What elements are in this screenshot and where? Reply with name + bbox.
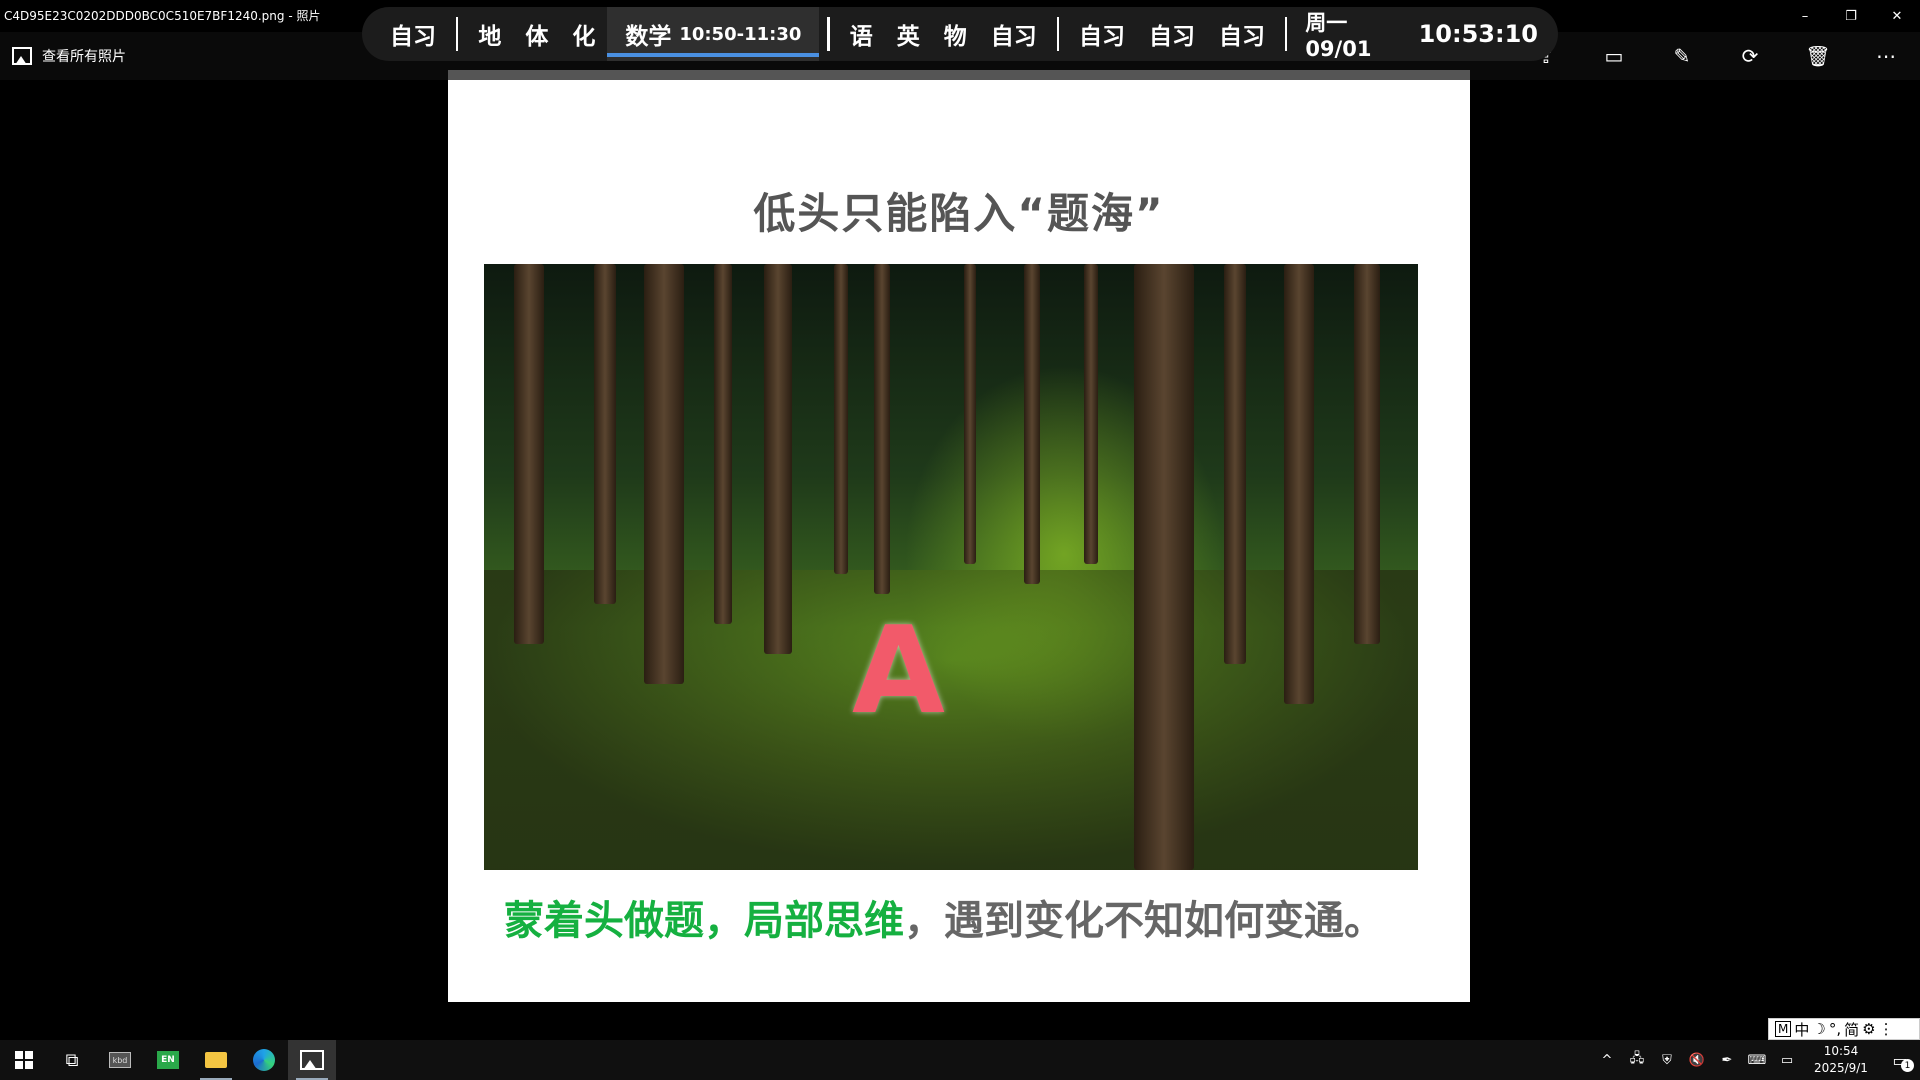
slide-caption: 蒙着头做题，局部思维，遇到变化不知如何变通。 <box>504 888 1384 946</box>
more-icon[interactable]: ⋯ <box>1852 32 1920 80</box>
schedule-item: 自习 <box>1079 24 1125 50</box>
tree-trunk <box>1024 264 1040 584</box>
schedule-date: 周一 09/01 <box>1305 11 1372 61</box>
slideshow-icon[interactable]: ▭ <box>1580 32 1648 80</box>
ime-more-icon[interactable]: ⋮ <box>1879 1020 1894 1038</box>
tree-trunk <box>764 264 792 654</box>
window-controls: – ❐ ✕ <box>1782 0 1920 32</box>
tree-trunk <box>1084 264 1098 564</box>
caption-highlight: 蒙着头做题，局部思维 <box>504 898 904 944</box>
forest-floor <box>484 570 1418 870</box>
start-icon <box>15 1051 33 1069</box>
pen-icon[interactable]: ✒ <box>1712 1040 1742 1080</box>
keyboard-app-icon: kbd <box>109 1052 131 1068</box>
tree-trunk <box>874 264 890 594</box>
security-shield-icon[interactable]: ⛨ <box>1652 1040 1682 1080</box>
tablet-mode-icon[interactable]: ▭ <box>1772 1040 1802 1080</box>
slide-title: 低头只能陷入“题海” <box>753 189 1165 238</box>
edit-icon[interactable]: ✎ <box>1648 32 1716 80</box>
current-subject: 数学 <box>625 24 672 50</box>
schedule-item: 自习 <box>990 24 1037 50</box>
photos-icon <box>300 1050 324 1070</box>
caption-rest: ，遇到变化不知如何变通。 <box>904 898 1384 944</box>
ime-settings-icon[interactable]: ⚙ <box>1862 1020 1875 1038</box>
schedule-item: 语 <box>849 24 873 50</box>
start-button[interactable] <box>0 1040 48 1080</box>
schedule-separator <box>1285 17 1288 51</box>
task-view-button[interactable]: ⧉ <box>48 1040 96 1080</box>
tree-trunk <box>1224 264 1246 664</box>
clock-date: 2025/9/1 <box>1814 1061 1868 1075</box>
schedule-separator <box>827 17 830 51</box>
schedule-separator <box>456 17 459 51</box>
schedule-separator <box>1056 17 1059 51</box>
letter-a-marker: A <box>852 602 945 741</box>
taskbar-apps: ⧉ kbd EN <box>0 1040 336 1080</box>
tree-trunk <box>1284 264 1314 704</box>
notification-count-badge: 1 <box>1901 1059 1914 1072</box>
schedule-item: 自习 <box>390 24 436 50</box>
window-title: C4D95E23C0202DDD0BC0C510E7BF1240.png - 照… <box>4 9 321 23</box>
tree-trunk <box>834 264 848 574</box>
schedule-item: 体 <box>525 24 549 50</box>
tree-trunk <box>1134 264 1194 870</box>
schedule-item: 自习 <box>1219 24 1265 50</box>
system-tray: ^ 🖧 ⛨ 🔇 ✒ ⌨ ▭ 10:54 2025/9/1 ▭ 1 <box>1592 1040 1920 1080</box>
class-schedule-bar: 自习 地 体 化 数学 10:50-11:30 语 英 物 自习 自习 自习 自… <box>362 7 1558 61</box>
taskbar: ⧉ kbd EN ^ 🖧 ⛨ 🔇 ✒ ⌨ ▭ 10:54 2025/9/1 ▭ <box>0 1040 1920 1080</box>
picture-icon <box>12 47 32 65</box>
tree-trunk <box>964 264 976 564</box>
restore-button[interactable]: ❐ <box>1828 0 1874 32</box>
minimize-button[interactable]: – <box>1782 0 1828 32</box>
forest-picture: A <box>484 264 1418 870</box>
view-all-photos-button[interactable]: 查看所有照片 <box>12 46 126 66</box>
tree-trunk <box>644 264 684 684</box>
action-center-button[interactable]: ▭ 1 <box>1880 1040 1920 1080</box>
delete-icon[interactable]: 🗑 <box>1784 32 1852 80</box>
schedule-clock: 10:53:10 <box>1418 20 1538 48</box>
keyboard-app-button[interactable]: kbd <box>96 1040 144 1080</box>
ime-toolbar: M 中 ☽ °, 简 ⚙ ⋮ <box>1768 1018 1920 1040</box>
edge-button[interactable] <box>240 1040 288 1080</box>
photo-viewer-image[interactable]: 低头只能陷入“题海” A 蒙着头做题，局部思维，遇到变化不知如何变通。 <box>448 70 1470 1002</box>
schedule-item: 物 <box>943 24 967 50</box>
tree-trunk <box>1354 264 1380 644</box>
close-button[interactable]: ✕ <box>1874 0 1920 32</box>
photos-app-button[interactable] <box>288 1040 336 1080</box>
ime-moon-icon[interactable]: ☽ <box>1812 1020 1825 1038</box>
schedule-item: 化 <box>572 24 596 50</box>
file-explorer-icon <box>205 1052 227 1068</box>
tree-trunk <box>514 264 544 644</box>
en-app-button[interactable]: EN <box>144 1040 192 1080</box>
ime-punctuation-toggle[interactable]: °, <box>1829 1020 1841 1038</box>
tree-trunk <box>594 264 616 604</box>
ime-mode-button[interactable]: M <box>1775 1021 1792 1037</box>
edge-icon <box>253 1049 275 1071</box>
rotate-icon[interactable]: ⟳ <box>1716 32 1784 80</box>
network-icon[interactable]: 🖧 <box>1622 1040 1652 1080</box>
system-clock[interactable]: 10:54 2025/9/1 <box>1802 1043 1880 1077</box>
en-app-icon: EN <box>157 1051 179 1069</box>
schedule-item: 自习 <box>1149 24 1195 50</box>
clock-time: 10:54 <box>1823 1044 1859 1058</box>
current-period-time: 10:50-11:30 <box>679 23 802 45</box>
view-all-label: 查看所有照片 <box>42 49 126 65</box>
touch-keyboard-icon[interactable]: ⌨ <box>1742 1040 1772 1080</box>
schedule-item: 英 <box>896 24 920 50</box>
show-hidden-icons-icon[interactable]: ^ <box>1592 1040 1622 1080</box>
volume-muted-icon[interactable]: 🔇 <box>1682 1040 1712 1080</box>
ime-language-toggle[interactable]: 中 <box>1794 1019 1809 1040</box>
task-view-icon: ⧉ <box>65 1049 79 1071</box>
ime-simplified-toggle[interactable]: 简 <box>1844 1019 1859 1040</box>
toolbar-actions: ⇪ ▭ ✎ ⟳ 🗑 ⋯ <box>1512 32 1920 80</box>
file-explorer-button[interactable] <box>192 1040 240 1080</box>
schedule-item: 地 <box>478 24 502 50</box>
schedule-item-current: 数学 10:50-11:30 <box>607 7 820 61</box>
tree-trunk <box>714 264 732 624</box>
